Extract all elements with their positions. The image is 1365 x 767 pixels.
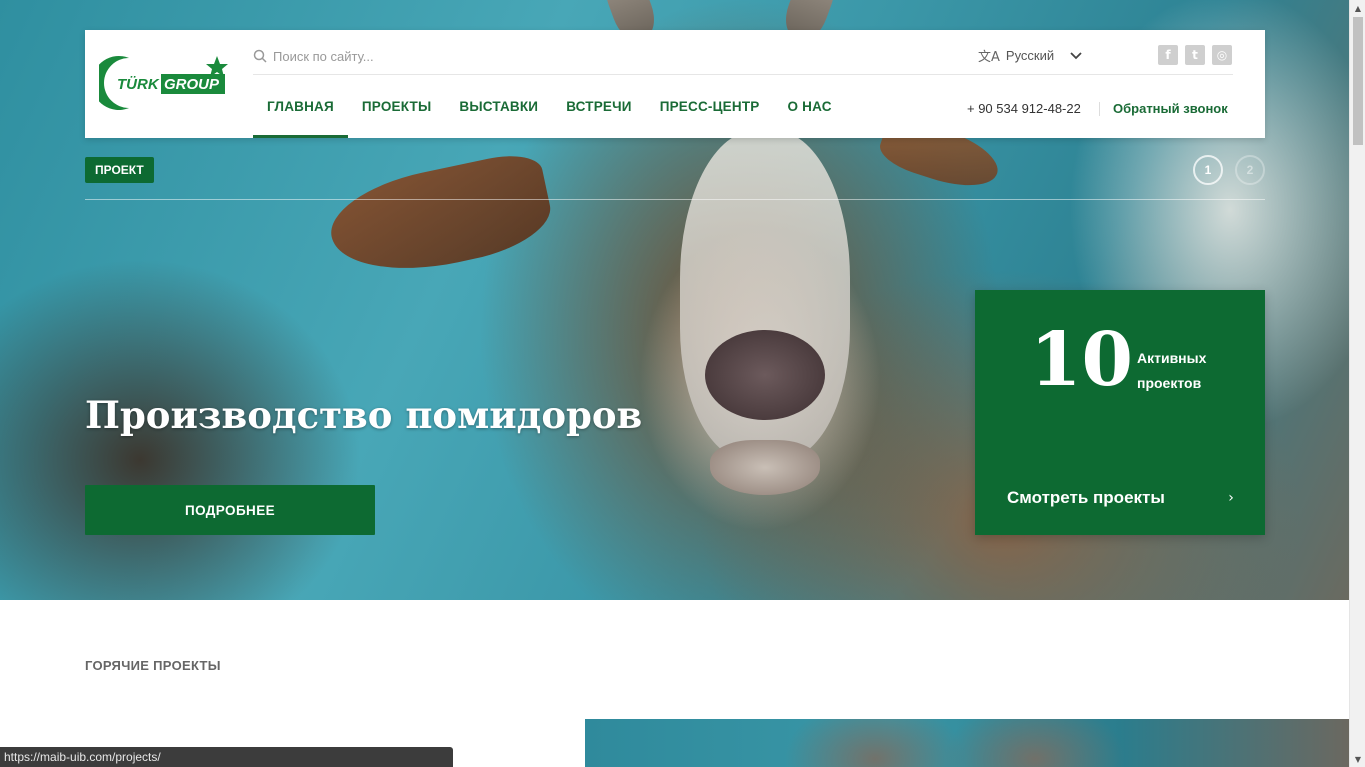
logo-text-group: GROUP — [164, 76, 220, 93]
instagram-icon[interactable]: ◎ — [1212, 45, 1232, 65]
scroll-up-arrow-icon[interactable]: ▲ — [1350, 0, 1365, 16]
active-projects-count: 10 — [1030, 317, 1133, 403]
hero-tag-badge: ПРОЕКТ — [85, 157, 154, 183]
hero-image-ear-left — [322, 148, 558, 287]
callback-link[interactable]: Обратный звонок — [1113, 101, 1228, 116]
active-projects-label: Активных проектов — [1137, 350, 1207, 391]
search-icon[interactable] — [253, 49, 267, 63]
main-nav: ГЛАВНАЯ ПРОЕКТЫ ВЫСТАВКИ ВСТРЕЧИ ПРЕСС-Ц… — [253, 75, 846, 138]
hot-projects-heading: ГОРЯЧИЕ ПРОЕКТЫ — [85, 658, 221, 673]
site-header: TÜRK GROUP 文A Русский f t ◎ ГЛАВНАЯ ПРОЕ… — [85, 30, 1265, 138]
nav-item-main[interactable]: ГЛАВНАЯ — [253, 75, 348, 138]
hero-divider — [85, 199, 1265, 200]
social-links: f t ◎ — [1158, 45, 1232, 65]
language-selector[interactable]: 文A Русский — [978, 44, 1082, 66]
twitter-icon[interactable]: t — [1185, 45, 1205, 65]
search-bar — [253, 40, 953, 72]
slider-pager: 1 2 — [1193, 155, 1265, 185]
view-projects-link[interactable]: Смотреть проекты — [1007, 488, 1165, 508]
facebook-icon[interactable]: f — [1158, 45, 1178, 65]
nav-item-meetings[interactable]: ВСТРЕЧИ — [552, 75, 646, 138]
nav-item-press-center[interactable]: ПРЕСС-ЦЕНТР — [646, 75, 774, 138]
page-scrollbar[interactable]: ▲ ▼ — [1349, 0, 1365, 767]
nav-item-about[interactable]: О НАС — [773, 75, 845, 138]
logo-crescent-icon: TÜRK GROUP — [99, 56, 228, 110]
search-input[interactable] — [273, 48, 673, 64]
scroll-down-arrow-icon[interactable]: ▼ — [1350, 751, 1365, 767]
site-logo[interactable]: TÜRK GROUP — [99, 52, 229, 114]
scrollbar-thumb[interactable] — [1353, 17, 1363, 145]
hero-image-mouth — [710, 440, 820, 495]
slide-indicator-2[interactable]: 2 — [1235, 155, 1265, 185]
chevron-down-icon — [1070, 48, 1082, 63]
slide-indicator-1[interactable]: 1 — [1193, 155, 1223, 185]
hero-title: Производство помидоров — [85, 393, 643, 437]
project-thumbnail-image[interactable] — [585, 719, 1349, 767]
logo-text-turk: TÜRK — [117, 76, 160, 93]
nav-item-exhibitions[interactable]: ВЫСТАВКИ — [445, 75, 552, 138]
browser-status-bar: https://maib-uib.com/projects/ — [0, 747, 453, 767]
translate-icon: 文A — [978, 49, 1000, 65]
active-projects-card: 10 Активных проектов Смотреть проекты › — [975, 290, 1265, 535]
more-details-button[interactable]: ПОДРОБНЕЕ — [85, 485, 375, 535]
phone-number[interactable]: + 90 534 912-48-22 — [967, 101, 1081, 116]
header-separator — [1099, 102, 1100, 116]
hero-image-nose — [705, 330, 825, 420]
chevron-right-icon[interactable]: › — [1221, 488, 1241, 508]
language-label: Русский — [1005, 47, 1055, 63]
nav-item-projects[interactable]: ПРОЕКТЫ — [348, 75, 445, 138]
